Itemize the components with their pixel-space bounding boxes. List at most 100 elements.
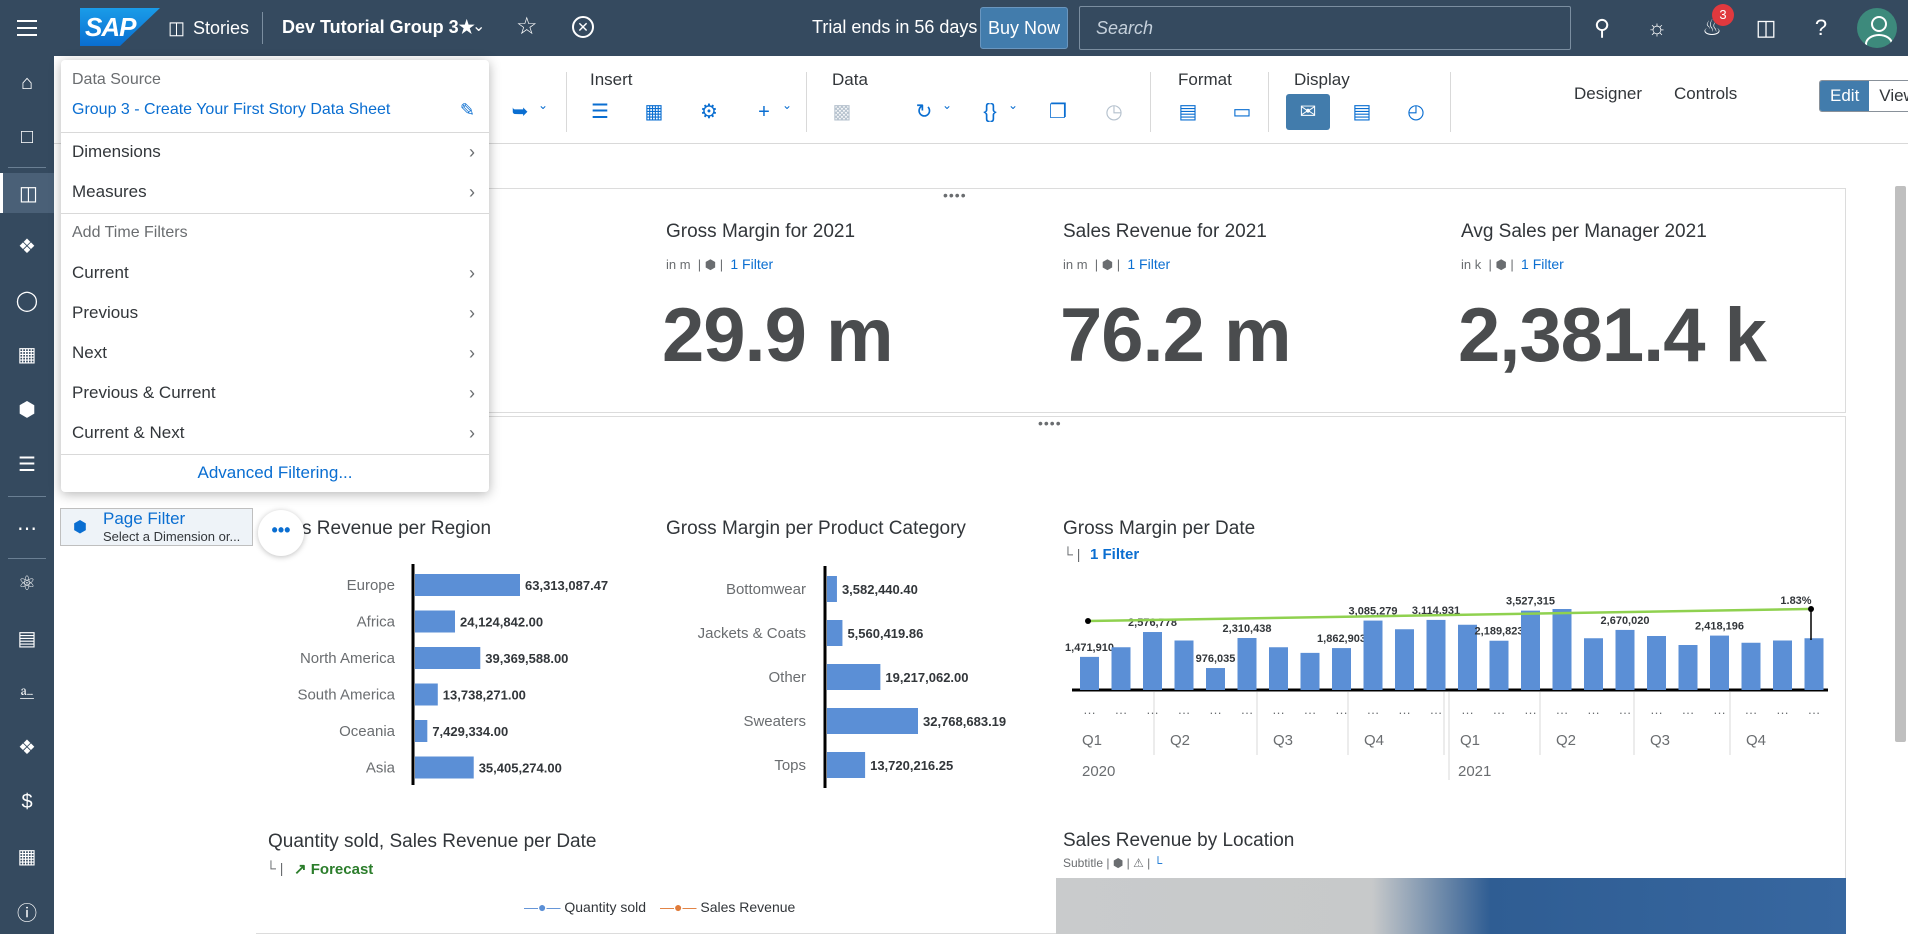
bar (827, 664, 881, 690)
previous-label: Previous (72, 303, 139, 322)
month-tick-label: … (1241, 702, 1254, 717)
current-next-label: Current & Next (72, 423, 185, 442)
chevron-right-icon: › (469, 423, 475, 443)
column-bar (1615, 629, 1635, 690)
previous-current-label: Previous & Current (72, 383, 216, 402)
column-bar (1773, 640, 1792, 690)
page-filter[interactable]: ⬢ Page Filter Select a Dimension or... (60, 508, 253, 546)
bar-category-label: Tops (774, 757, 806, 774)
column-bar (1080, 656, 1099, 690)
column-value-label: 976,035 (1196, 653, 1236, 665)
dimensions-label: Dimensions (72, 142, 161, 161)
bar-value-label: 39,369,588.00 (485, 651, 568, 666)
legend-dot: —●— (660, 899, 697, 915)
bar-category-label: South America (297, 687, 395, 704)
bar-category-label: Europe (347, 577, 395, 594)
measures-item[interactable]: Measures › (61, 172, 489, 212)
bar-category-label: Africa (357, 614, 396, 631)
bar-value-label: 13,720,216.25 (870, 758, 953, 773)
column-bar (1332, 648, 1351, 690)
bar-value-label: 13,738,271.00 (443, 688, 526, 703)
column-bar (1552, 609, 1572, 690)
bar-value-label: 3,582,440.40 (842, 582, 918, 597)
month-tick-label: … (1619, 702, 1632, 717)
quarter-label: Q1 (1082, 732, 1102, 749)
bar-value-label: 24,124,842.00 (460, 615, 543, 630)
chevron-right-icon: › (469, 383, 475, 403)
next-item[interactable]: Next › (61, 333, 489, 373)
previous-item[interactable]: Previous › (61, 293, 489, 333)
month-tick-label: … (1776, 702, 1789, 717)
current-next-item[interactable]: Current & Next › (61, 413, 489, 453)
bar (415, 647, 481, 669)
model-icon: ⬢ (73, 519, 87, 536)
quarter-label: Q4 (1364, 732, 1384, 749)
column-bar (1584, 638, 1603, 690)
bar (415, 683, 438, 706)
bar-category-label: Oceania (339, 723, 396, 740)
year-label: 2020 (1082, 763, 1115, 780)
legend-revenue: —●— Sales Revenue (660, 899, 795, 915)
column-value-label: 1,471,910 (1065, 642, 1114, 654)
column-bar (1363, 620, 1383, 690)
column-value-label: 2,670,020 (1601, 615, 1650, 627)
month-tick-label: … (1272, 702, 1285, 717)
bar-category-label: Asia (366, 760, 396, 777)
month-tick-label: … (1398, 702, 1411, 717)
column-bar (1678, 645, 1698, 690)
page-filter-subtitle: Select a Dimension or... (103, 529, 241, 544)
bar-value-label: 63,313,087.47 (525, 578, 608, 593)
bar (415, 610, 456, 633)
data-source-name: Group 3 - Create Your First Story Data S… (72, 101, 391, 118)
previous-current-item[interactable]: Previous & Current › (61, 373, 489, 413)
month-tick-label: … (1682, 702, 1695, 717)
quarter-label: Q3 (1650, 732, 1670, 749)
month-tick-label: … (1335, 702, 1348, 717)
month-tick-label: … (1178, 702, 1191, 717)
month-tick-label: … (1556, 702, 1569, 717)
dimensions-item[interactable]: Dimensions › (61, 132, 489, 172)
month-tick-label: … (1304, 702, 1317, 717)
bar-category-label: North America (300, 650, 396, 667)
column-bar (1710, 635, 1729, 690)
bar (827, 620, 843, 646)
quarter-label: Q4 (1746, 732, 1766, 749)
month-tick-label: … (1745, 702, 1758, 717)
trend-start-point (1085, 618, 1091, 624)
current-item[interactable]: Current › (61, 253, 489, 293)
data-source-link[interactable]: Group 3 - Create Your First Story Data S… (61, 90, 489, 130)
time-filters-header: Add Time Filters (72, 224, 188, 241)
legend-revenue-label: Sales Revenue (700, 899, 796, 915)
legend-quantity-label: Quantity sold (564, 899, 647, 915)
bar (827, 752, 866, 778)
bar (415, 756, 474, 779)
quarter-label: Q3 (1273, 732, 1293, 749)
column-bar (1741, 642, 1761, 690)
scrollbar[interactable] (1895, 186, 1906, 742)
column-bar (1300, 652, 1320, 690)
month-tick-label: … (1808, 702, 1821, 717)
chevron-right-icon: › (469, 303, 475, 323)
forecast-text: Forecast (310, 861, 374, 878)
month-tick-label: … (1209, 702, 1222, 717)
bar-value-label: 7,429,334.00 (432, 724, 508, 739)
month-tick-label: … (1367, 702, 1380, 717)
next-label: Next (72, 343, 107, 362)
chevron-right-icon: › (469, 182, 475, 202)
bar-value-label: 19,217,062.00 (885, 670, 968, 685)
geo-map[interactable] (1056, 878, 1846, 934)
year-label: 2021 (1458, 763, 1491, 780)
month-tick-label: … (1650, 702, 1663, 717)
bar-value-label: 5,560,419.86 (847, 626, 923, 641)
more-options-button[interactable]: ••• (258, 510, 304, 556)
chevron-right-icon: › (469, 343, 475, 363)
bar (827, 576, 837, 602)
edit-icon[interactable]: ✎ (460, 90, 475, 130)
chevron-right-icon: › (469, 142, 475, 162)
bar (415, 720, 428, 742)
bar-category-label: Bottomwear (726, 581, 806, 598)
column-bar (1111, 647, 1131, 690)
quarter-label: Q2 (1170, 732, 1190, 749)
advanced-filtering-link[interactable]: Advanced Filtering... (61, 453, 489, 493)
column-bar (1269, 647, 1288, 690)
